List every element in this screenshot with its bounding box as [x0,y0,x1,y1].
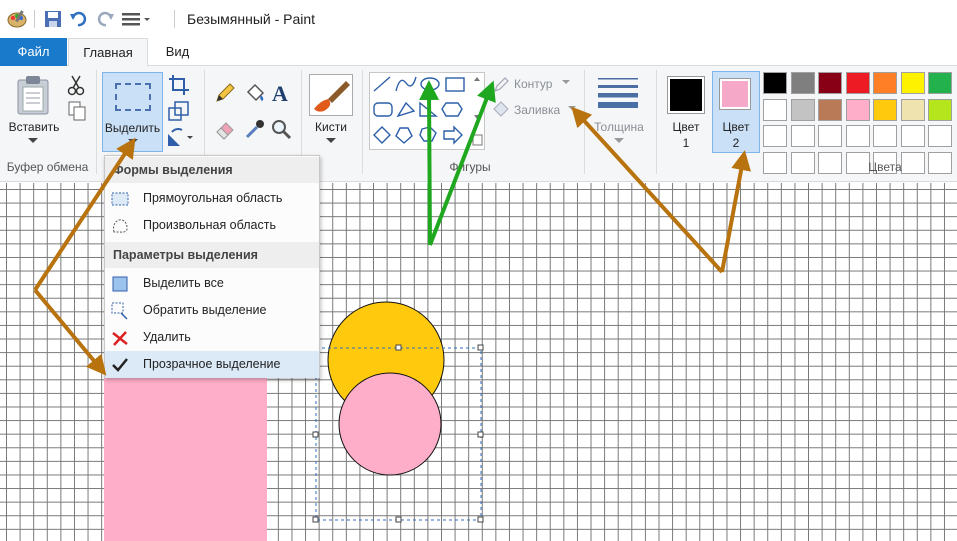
green-arrows [419,80,496,246]
brown-arrows [33,106,751,376]
annotation-arrows [33,80,751,376]
